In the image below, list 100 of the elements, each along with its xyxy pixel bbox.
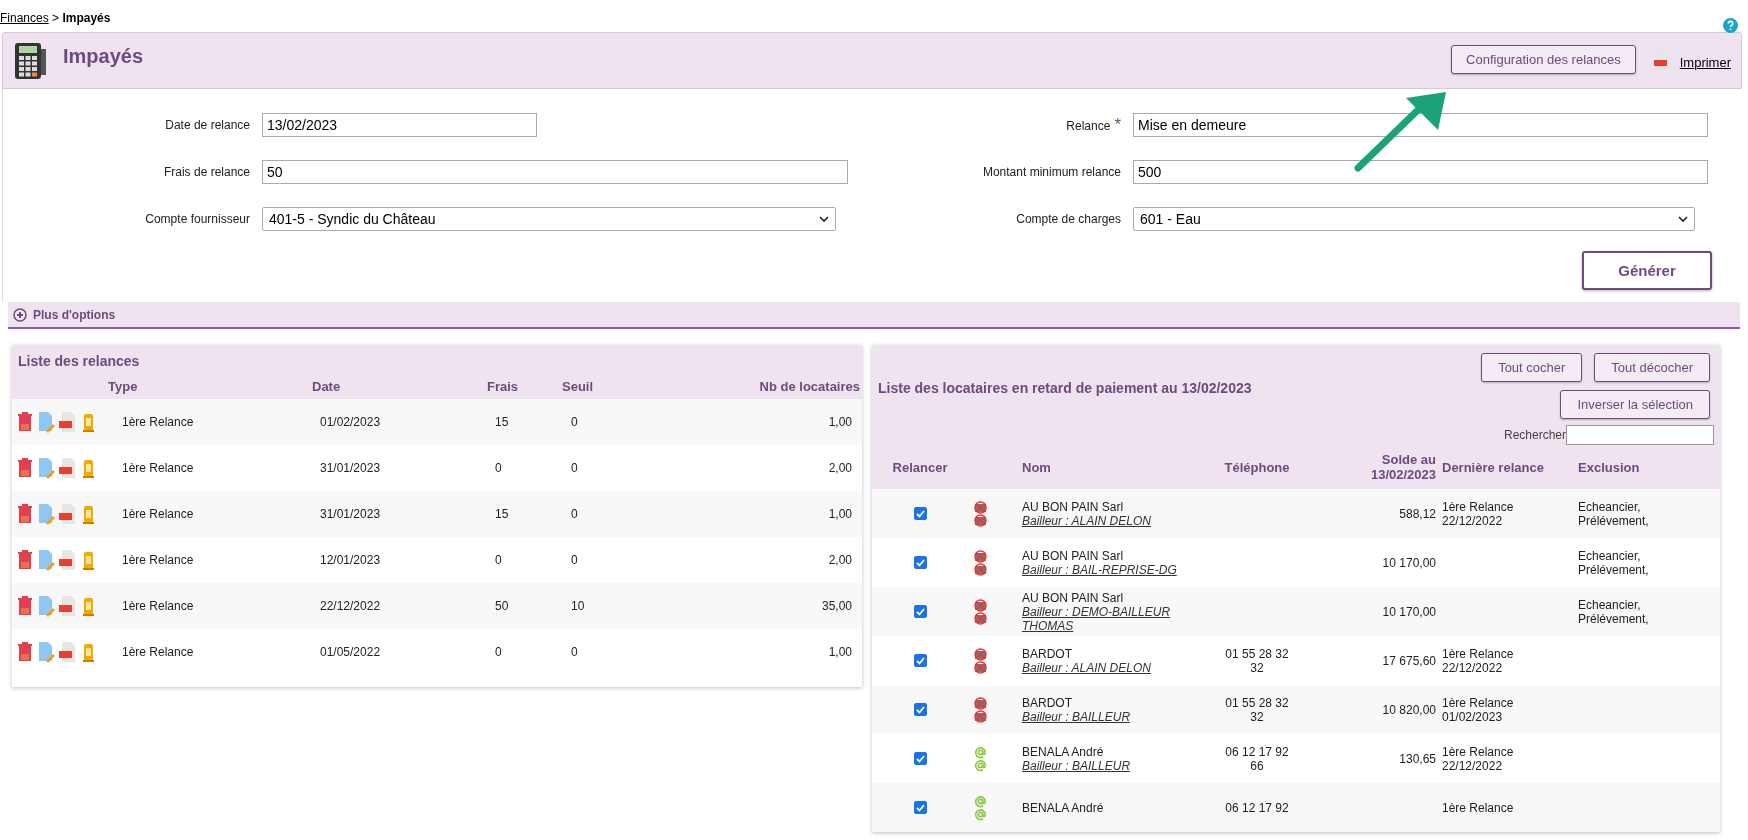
field-label: Compte de charges	[1015, 212, 1121, 226]
pdf-icon[interactable]	[58, 503, 76, 525]
last-reminder-text: 1ère Relance	[1442, 744, 1515, 759]
blocked-envelope-icon	[974, 598, 987, 612]
blocked-envelope-icon	[974, 709, 987, 723]
tenant-name: BARDOT	[1022, 646, 1073, 661]
column-header: Solde au 13/02/2023	[1369, 452, 1437, 482]
edit-document-icon[interactable]	[37, 457, 55, 479]
input-field[interactable]: 13/02/2023	[262, 113, 537, 137]
table-cell-text: 31/01/2023	[319, 507, 382, 521]
configuration-button[interactable]: Configuration des relances	[1451, 45, 1636, 74]
checkbox[interactable]	[913, 605, 927, 618]
checkbox[interactable]	[913, 654, 927, 667]
field-label: Frais de relance	[162, 165, 250, 179]
table-cell-text: 0	[494, 645, 503, 659]
pdf-icon[interactable]	[58, 457, 76, 479]
owner-link[interactable]: Bailleur : BAILLEUR	[1022, 709, 1202, 724]
checkbox[interactable]	[913, 703, 927, 716]
trash-icon[interactable]	[16, 641, 34, 663]
checkbox[interactable]	[913, 507, 927, 520]
checkbox[interactable]	[913, 556, 927, 569]
expand-icon	[13, 307, 27, 322]
help-icon[interactable]	[1723, 17, 1738, 33]
input-field[interactable]: Mise en demeure	[1133, 113, 1708, 137]
search-label: Rechercher	[1503, 428, 1566, 442]
tenant-name: AU BON PAIN Sarl	[1022, 499, 1125, 514]
chevron-down-icon	[1678, 215, 1688, 223]
pdf-icon[interactable]	[58, 595, 76, 617]
dropdown-field[interactable]: 401-5 - Syndic du Château	[262, 207, 836, 231]
column-header: Nb de locataires	[758, 378, 861, 394]
trash-icon[interactable]	[16, 457, 34, 479]
chevron-down-icon	[819, 215, 829, 223]
blocked-envelope-icon	[974, 647, 987, 661]
table-cell-text: 15	[494, 507, 510, 521]
card-title: Liste des relances	[17, 352, 141, 371]
checkbox[interactable]	[913, 752, 927, 765]
trash-icon[interactable]	[16, 549, 34, 571]
owner-link[interactable]: Bailleur : ALAIN DELON	[1022, 660, 1202, 675]
phone-number: 01 55 28 32 32	[1224, 695, 1290, 724]
owner-link[interactable]: Bailleur : BAIL-REPRISE-DG	[1022, 562, 1202, 577]
blocked-envelope-icon	[974, 562, 987, 576]
field-label: Relance *	[1065, 115, 1121, 135]
at-sign-icon	[974, 758, 987, 772]
trash-icon[interactable]	[16, 595, 34, 617]
calculator-icon	[13, 41, 47, 81]
options-bar[interactable]: Plus d'options	[8, 302, 1740, 329]
edit-document-icon[interactable]	[37, 411, 55, 433]
print-link[interactable]: Imprimer	[1679, 55, 1731, 70]
table-cell-text: 50	[494, 599, 510, 613]
table-cell-text: 0	[570, 645, 579, 659]
check-all-button[interactable]: Tout cocher	[1481, 353, 1583, 382]
pdf-icon	[1651, 49, 1672, 71]
checkbox[interactable]	[913, 801, 927, 814]
exclusion-text: Echeancier,	[1578, 548, 1642, 563]
search-field[interactable]	[1566, 425, 1714, 445]
dropdown-field[interactable]: 601 - Eau	[1133, 207, 1695, 231]
pdf-icon[interactable]	[58, 411, 76, 433]
column-header: Nom	[1021, 459, 1052, 475]
generate-button[interactable]: Générer	[1582, 251, 1712, 290]
table-cell-text: 1ère Relance	[122, 599, 195, 613]
table-cell-text: 0	[570, 461, 579, 475]
page-title: Impayés	[63, 45, 145, 68]
edit-document-icon[interactable]	[37, 641, 55, 663]
column-header: Téléphone	[1223, 459, 1291, 475]
table-cell-text: 15	[494, 415, 510, 429]
table-cell-text: 1ère Relance	[122, 415, 195, 429]
table-cell-text: 1ère Relance	[122, 507, 195, 521]
breadcrumb-separator: >	[52, 11, 60, 25]
edit-document-icon[interactable]	[37, 549, 55, 571]
blocked-envelope-icon	[974, 549, 987, 563]
last-reminder-text: 01/02/2023	[1442, 709, 1504, 724]
exclusion-text: Prélévement,	[1578, 611, 1650, 626]
owner-link[interactable]: Bailleur : DEMO-BAILLEUR THOMAS	[1022, 604, 1202, 633]
owner-link[interactable]: Bailleur : ALAIN DELON	[1022, 513, 1202, 528]
at-sign-icon	[974, 745, 987, 759]
edit-document-icon[interactable]	[37, 595, 55, 617]
trash-icon[interactable]	[16, 411, 34, 433]
breadcrumb-link[interactable]: Finances	[0, 11, 49, 25]
last-reminder-text: 1ère Relance	[1442, 499, 1515, 514]
table-cell-text: 2,00	[827, 461, 853, 475]
table-cell-text: 0	[494, 553, 503, 567]
breadcrumb-current: Impayés	[62, 11, 111, 25]
tenant-name: BENALA André	[1022, 800, 1105, 815]
pdf-icon[interactable]	[58, 549, 76, 571]
input-field[interactable]: 500	[1133, 160, 1708, 184]
edit-document-icon[interactable]	[37, 503, 55, 525]
pdf-icon[interactable]	[58, 641, 76, 663]
column-header: Relancer	[891, 459, 949, 475]
field-label: Compte fournisseur	[144, 212, 250, 226]
column-header: Frais	[487, 378, 520, 394]
table-cell-text: 01/05/2022	[319, 645, 382, 659]
table-cell-text: 1ère Relance	[122, 553, 195, 567]
trash-icon[interactable]	[16, 503, 34, 525]
input-field[interactable]: 50	[262, 160, 848, 184]
owner-link[interactable]: Bailleur : BAILLEUR	[1022, 758, 1202, 773]
blocked-envelope-icon	[974, 513, 987, 527]
table-cell-text: 01/02/2023	[319, 415, 382, 429]
table-cell-text: 35,00	[820, 599, 853, 613]
uncheck-all-button[interactable]: Tout décocher	[1594, 353, 1710, 382]
invert-selection-button[interactable]: Inverser la sélection	[1560, 390, 1710, 419]
